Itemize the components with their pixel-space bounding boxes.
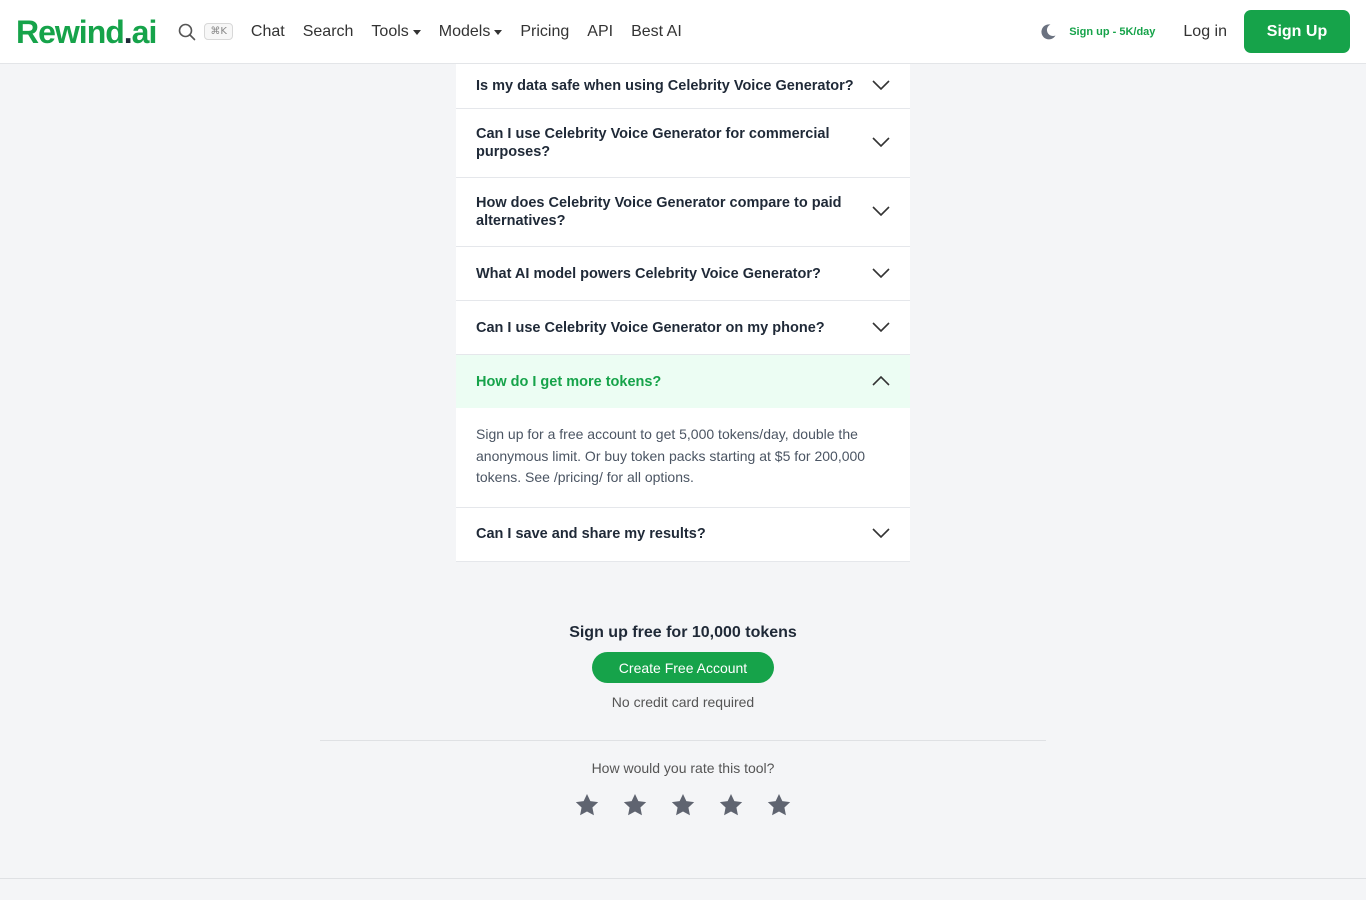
nav-links: Chat Search Tools Models Pricing API Best AI: [251, 23, 682, 41]
chevron-down-icon: [872, 204, 890, 220]
rating-question: How would you rate this tool?: [591, 760, 775, 776]
nav-link-label: Pricing: [520, 22, 570, 40]
footer-divider: [0, 878, 1366, 879]
faq-item: How does Celebrity Voice Generator compa…: [456, 178, 910, 247]
nav-link-pricing[interactable]: Pricing: [520, 23, 569, 41]
star-icon[interactable]: [766, 792, 792, 818]
search-shortcut-badge: ⌘K: [204, 23, 233, 40]
signup-button[interactable]: Sign Up: [1244, 10, 1350, 53]
faq-question-toggle[interactable]: Can I use Celebrity Voice Generator for …: [456, 109, 910, 177]
faq-question-toggle[interactable]: How does Celebrity Voice Generator compa…: [456, 178, 910, 246]
signup-promo-link[interactable]: Sign up - 5K/day: [1069, 26, 1155, 38]
faq-question: How do I get more tokens?: [476, 373, 662, 390]
search-trigger[interactable]: ⌘K: [178, 23, 233, 41]
chevron-down-icon: [872, 78, 890, 94]
faq-question: Can I use Celebrity Voice Generator for …: [476, 126, 830, 160]
nav-right: Sign up - 5K/day Log in Sign Up: [1039, 10, 1350, 53]
faq-question-toggle[interactable]: Is my data safe when using Celebrity Voi…: [456, 64, 910, 108]
star-rating: [0, 792, 1366, 818]
faq-question: Is my data safe when using Celebrity Voi…: [476, 78, 854, 94]
logo[interactable]: Rewind.ai: [16, 16, 157, 48]
nav-link-models[interactable]: Models: [439, 23, 503, 41]
star-icon[interactable]: [670, 792, 696, 818]
faq-item: Can I use Celebrity Voice Generator on m…: [456, 301, 910, 355]
chevron-down-icon: [872, 266, 890, 282]
nav-link-api[interactable]: API: [587, 23, 613, 41]
cta-note: No credit card required: [611, 694, 755, 710]
nav-link-chat[interactable]: Chat: [251, 23, 285, 41]
nav-link-label: Best AI: [631, 22, 682, 40]
faq-item: How do I get more tokens? Sign up for a f…: [456, 355, 910, 508]
caret-down-icon: [494, 30, 503, 35]
nav-link-best-ai[interactable]: Best AI: [631, 23, 682, 41]
signup-cta: Sign up free for 10,000 tokens Create Fr…: [0, 624, 1366, 710]
create-account-button[interactable]: Create Free Account: [592, 652, 774, 683]
chevron-up-icon: [872, 374, 890, 390]
caret-down-icon: [412, 30, 421, 35]
search-icon[interactable]: [178, 23, 196, 41]
star-icon[interactable]: [718, 792, 744, 818]
nav-link-label: Tools: [371, 22, 409, 40]
faq-item: Can I use Celebrity Voice Generator for …: [456, 109, 910, 178]
chevron-down-icon: [872, 135, 890, 151]
cta-title: Sign up free for 10,000 tokens: [569, 624, 797, 641]
faq-question: Can I save and share my results?: [476, 526, 706, 542]
nav-link-search[interactable]: Search: [303, 23, 354, 41]
chevron-down-icon: [872, 320, 890, 336]
faq-question-toggle[interactable]: Can I save and share my results?: [456, 508, 910, 561]
divider: [320, 740, 1046, 741]
faq-accordion: Is my data safe when using Celebrity Voi…: [456, 64, 910, 562]
faq-answer: Sign up for a free account to get 5,000 …: [476, 426, 866, 485]
faq-question-toggle[interactable]: Can I use Celebrity Voice Generator on m…: [456, 301, 910, 354]
top-navbar: Rewind.ai ⌘K Chat Search Tools Models Pricin…: [0, 0, 1366, 64]
chevron-down-icon: [872, 526, 890, 542]
faq-item: Can I save and share my results?: [456, 508, 910, 562]
faq-question-toggle[interactable]: How do I get more tokens?: [456, 355, 910, 408]
faq-question: How does Celebrity Voice Generator compa…: [476, 195, 842, 229]
nav-link-label: Chat: [250, 22, 285, 40]
faq-question: What AI model powers Celebrity Voice Gen…: [476, 265, 821, 282]
faq-item: Is my data safe when using Celebrity Voi…: [456, 64, 910, 109]
faq-item: What AI model powers Celebrity Voice Gen…: [456, 247, 910, 301]
nav-link-label: Models: [438, 22, 491, 40]
nav-link-label: API: [587, 22, 614, 40]
faq-question: Can I use Celebrity Voice Generator on m…: [476, 319, 825, 336]
login-link[interactable]: Log in: [1183, 23, 1227, 41]
rating-section: How would you rate this tool?: [0, 760, 1366, 818]
star-icon[interactable]: [574, 792, 600, 818]
nav-link-tools[interactable]: Tools: [371, 22, 421, 41]
star-icon[interactable]: [622, 792, 648, 818]
faq-question-toggle[interactable]: What AI model powers Celebrity Voice Gen…: [456, 247, 910, 300]
moon-icon[interactable]: [1039, 23, 1057, 41]
nav-link-label: Search: [302, 22, 354, 40]
